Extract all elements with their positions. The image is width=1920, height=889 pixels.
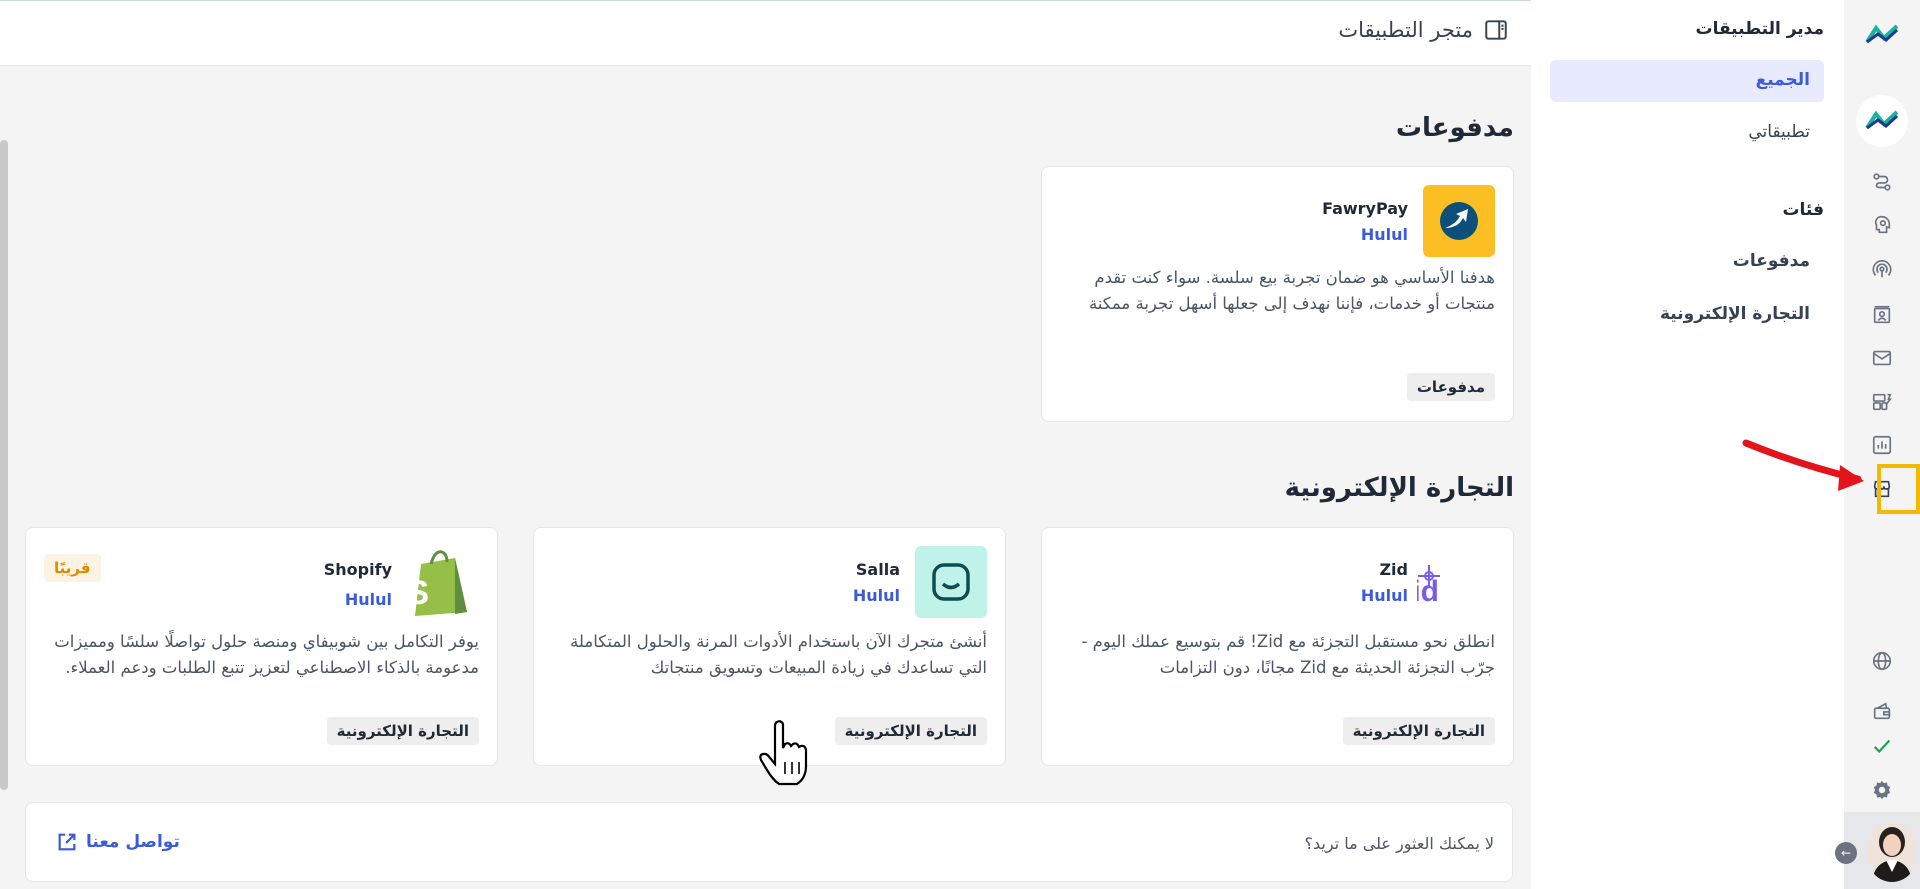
sidebar-toggle-icon[interactable]: [1483, 17, 1509, 43]
app-card-zid[interactable]: zid Zid Hulul انطلق نحو مستقبل التجزئة م…: [1041, 527, 1514, 766]
globe-icon[interactable]: [1869, 648, 1895, 674]
collapse-sidebar-icon[interactable]: ←: [1835, 842, 1857, 864]
cant-find-text: لا يمكنك العثور على ما تريد؟: [1304, 834, 1494, 853]
inbox-icon[interactable]: [1869, 345, 1895, 371]
wallet-icon[interactable]: [1869, 698, 1895, 724]
annotation-arrow-icon: [1742, 439, 1864, 491]
app-vendor: Hulul: [344, 590, 392, 609]
workspace-logo[interactable]: [1856, 95, 1908, 147]
page-title-text: متجر التطبيقات: [1338, 18, 1473, 42]
settings-icon[interactable]: [1869, 777, 1895, 803]
category-tag[interactable]: مدفوعات: [1406, 373, 1495, 401]
page-title: متجر التطبيقات: [1338, 17, 1509, 43]
brand-logo[interactable]: [1864, 20, 1900, 50]
bot-icon[interactable]: [1869, 212, 1895, 238]
app-name: Salla: [855, 560, 900, 579]
status-check-icon: [1869, 733, 1895, 759]
flows-icon[interactable]: [1869, 169, 1895, 195]
app-description: أنشئ متجرك الآن باستخدام الأدوات المرنة …: [570, 632, 987, 677]
sidebar-item-payments[interactable]: مدفوعات: [1733, 251, 1810, 271]
broadcast-icon[interactable]: [1869, 256, 1895, 282]
avatar[interactable]: [1868, 822, 1916, 882]
app-name: Shopify: [323, 560, 392, 579]
hand-cursor-icon: [759, 720, 808, 786]
shopify-logo: S: [407, 546, 479, 618]
category-tag[interactable]: التجارة الإلكترونية: [326, 717, 479, 745]
templates-icon[interactable]: [1869, 389, 1895, 415]
app-description: انطلق نحو مستقبل التجزئة مع Zid! قم بتوس…: [1081, 632, 1495, 677]
app-description: يوفر التكامل بين شوبيفاي ومنصة حلول تواص…: [54, 632, 479, 677]
main-scrollbar[interactable]: [0, 140, 8, 790]
app-name: FawryPay: [1322, 199, 1408, 218]
app-vendor: Hulul: [852, 586, 900, 605]
contact-us-link[interactable]: تواصل معنا: [56, 831, 180, 853]
zid-logo: zid: [1417, 546, 1495, 618]
section-title-ecommerce: التجارة الإلكترونية: [1284, 473, 1514, 503]
sidebar-heading: مدير التطبيقات: [1695, 19, 1824, 39]
contact-us-card: لا يمكنك العثور على ما تريد؟ تواصل معنا: [25, 802, 1513, 882]
zid-logo-text: zid: [1417, 575, 1439, 607]
fawrypay-logo: [1423, 185, 1495, 257]
svg-text:S: S: [409, 574, 429, 612]
external-link-icon: [58, 833, 76, 851]
categories-heading: فئات: [1782, 200, 1824, 220]
app-vendor: Hulul: [1360, 586, 1408, 605]
app-store-highlight: [1877, 464, 1920, 514]
sidebar-item-all[interactable]: الجميع: [1550, 60, 1824, 102]
section-title-payments: مدفوعات: [1395, 113, 1514, 143]
category-tag[interactable]: التجارة الإلكترونية: [1342, 717, 1495, 745]
app-card-fawrypay[interactable]: FawryPay Hulul هدفنا الأساسي هو ضمان تجر…: [1041, 166, 1514, 422]
category-tag[interactable]: التجارة الإلكترونية: [834, 717, 987, 745]
coming-soon-badge: قريبًا: [44, 554, 101, 582]
app-card-shopify[interactable]: S Shopify Hulul قريبًا يوفر التكامل بين …: [25, 527, 498, 766]
app-vendor: Hulul: [1360, 225, 1408, 244]
sidebar-item-my-apps[interactable]: تطبيقاتي: [1748, 122, 1810, 142]
contact-us-label: تواصل معنا: [86, 832, 180, 852]
app-name: Zid: [1379, 560, 1408, 579]
sidebar-item-ecommerce[interactable]: التجارة الإلكترونية: [1660, 304, 1810, 324]
contacts-icon[interactable]: [1869, 302, 1895, 328]
app-description: هدفنا الأساسي هو ضمان تجربة بيع سلسة. سو…: [1088, 268, 1495, 313]
salla-logo: [915, 546, 987, 618]
sidebar-item-all-label: الجميع: [1755, 70, 1810, 90]
top-bar: متجر التطبيقات: [0, 0, 1531, 66]
reports-icon[interactable]: [1869, 432, 1895, 458]
